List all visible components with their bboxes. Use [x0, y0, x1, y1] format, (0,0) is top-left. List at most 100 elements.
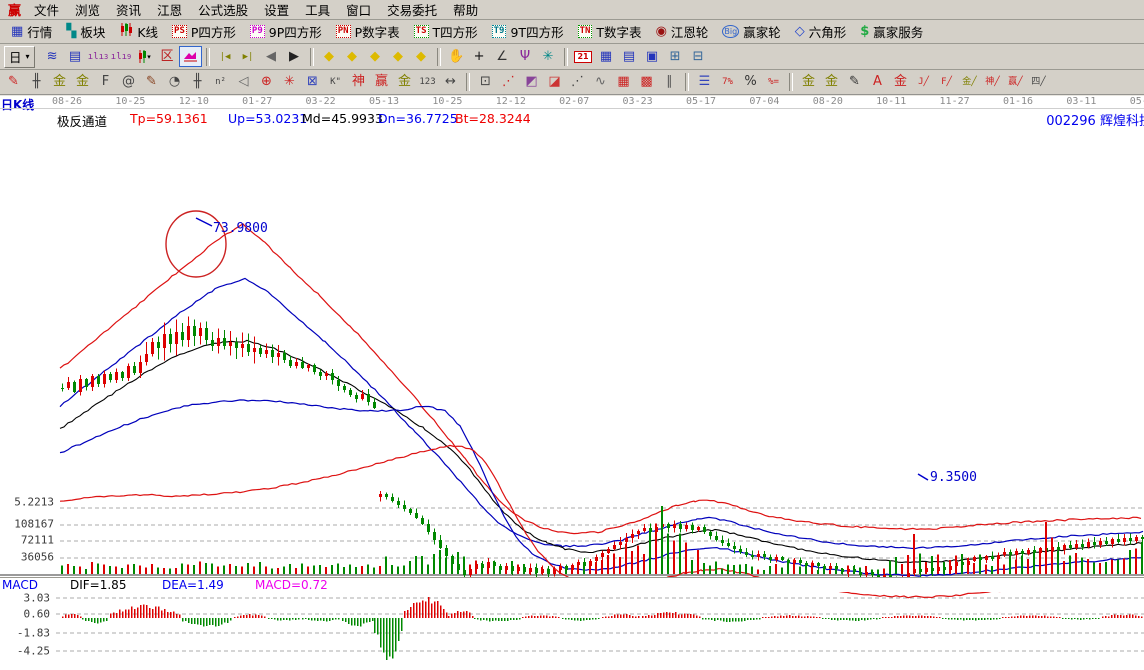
cycle-clock-icon[interactable]: ◔ — [163, 72, 186, 93]
menu-item-1[interactable]: 浏览 — [67, 0, 108, 20]
wave-icon[interactable]: ≋ — [41, 46, 64, 67]
notepad-icon[interactable]: ▤ — [618, 46, 641, 67]
diamond-all-icon[interactable]: ◆ — [387, 46, 410, 67]
gann-frame-icon[interactable]: 区 — [156, 46, 179, 67]
fan-red-icon[interactable]: ⋰ — [497, 72, 520, 93]
width-icon[interactable]: ↔ — [439, 72, 462, 93]
quick-button-9T四方形[interactable]: T99T四方形 — [485, 20, 571, 43]
gann-fan-icon[interactable]: Ψ — [514, 46, 537, 67]
menu-item-5[interactable]: 设置 — [256, 0, 297, 20]
ying-angle-icon[interactable]: 赢╱ — [1004, 72, 1027, 93]
gold-ruler2-icon[interactable]: 金 — [71, 72, 94, 93]
web-icon[interactable]: ✳ — [537, 46, 560, 67]
menu-item-6[interactable]: 工具 — [297, 0, 338, 20]
quick-button-P四方形[interactable]: PSP四方形 — [165, 20, 243, 43]
quick-button-行情[interactable]: ▦行情 — [4, 20, 59, 43]
quick-button-板块[interactable]: ▚板块 — [59, 20, 112, 43]
quick-button-六角形[interactable]: ◇六角形 — [788, 20, 854, 43]
angle-measure-icon[interactable]: ∠ — [491, 46, 514, 67]
percent-cut-icon[interactable]: 7% — [716, 72, 739, 93]
grid-red-icon[interactable]: ▦ — [612, 72, 635, 93]
gold-line-icon[interactable]: 金 — [820, 72, 843, 93]
candle-dropdown-icon[interactable]: ▾ — [133, 46, 156, 67]
k2-icon[interactable]: K" — [324, 72, 347, 93]
quick-button-T数字表[interactable]: TNT数字表 — [571, 20, 649, 43]
save-icon[interactable]: ▣ — [641, 46, 664, 67]
shen-angle-icon[interactable]: 神╱ — [981, 72, 1004, 93]
quick-button-赢家服务[interactable]: $赢家服务 — [853, 20, 930, 43]
wave-icon[interactable]: ∿ — [589, 72, 612, 93]
gold-under-icon[interactable]: 金 — [889, 72, 912, 93]
four-angle-icon[interactable]: 四╱ — [1027, 72, 1050, 93]
calendar-icon[interactable]: 21 — [572, 46, 595, 67]
knife-icon[interactable]: ✎ — [2, 72, 25, 93]
ruler-icon[interactable]: ╫ — [186, 72, 209, 93]
menu-item-4[interactable]: 公式选股 — [190, 0, 256, 20]
percent-line-icon[interactable]: %= — [762, 72, 785, 93]
parallel-icon[interactable]: ∥ — [658, 72, 681, 93]
step9-icon[interactable]: ılı9 — [110, 46, 133, 67]
measure-box-icon[interactable]: ⊡ — [474, 72, 497, 93]
f-angle-icon[interactable]: F╱ — [935, 72, 958, 93]
diamond-right-icon[interactable]: ◆ — [341, 46, 364, 67]
target-icon[interactable]: ⊕ — [255, 72, 278, 93]
web-box-icon[interactable]: ⊠ — [301, 72, 324, 93]
quick-button-9P四方形[interactable]: P99P四方形 — [243, 20, 329, 43]
next-page-icon[interactable]: ▶ — [283, 46, 306, 67]
ruler123-icon[interactable]: 123 — [416, 72, 439, 93]
first-page-icon[interactable]: |◀ — [214, 46, 237, 67]
kline-period-button[interactable]: 日 ▾ — [4, 46, 35, 68]
hand-icon[interactable]: ✋ — [445, 46, 468, 67]
fan-box2-icon[interactable]: ◪ — [543, 72, 566, 93]
menu-item-2[interactable]: 资讯 — [108, 0, 149, 20]
remote-icon[interactable]: ⊟ — [687, 46, 710, 67]
fan-box-icon[interactable]: ◩ — [520, 72, 543, 93]
quick-button-江恩轮[interactable]: ◉江恩轮 — [649, 20, 716, 43]
grid-arrow-icon[interactable]: ▩ — [635, 72, 658, 93]
diamond-swap-icon[interactable]: ◆ — [364, 46, 387, 67]
calculator-icon[interactable]: ▦ — [595, 46, 618, 67]
crosshair-icon[interactable]: + — [468, 46, 491, 67]
quick-button-label: P四方形 — [191, 22, 236, 41]
macd-axis-label: -4.25 — [0, 645, 50, 658]
step3-icon[interactable]: ılı3 — [87, 46, 110, 67]
volume-profile-icon[interactable] — [179, 46, 202, 67]
info-list-icon[interactable]: ▤ — [64, 46, 87, 67]
menu-item-3[interactable]: 江恩 — [149, 0, 190, 20]
brush-icon[interactable]: ✎ — [843, 72, 866, 93]
gold-box-icon[interactable]: 金 — [393, 72, 416, 93]
a-wave-icon[interactable]: A — [866, 72, 889, 93]
distribution-icon[interactable]: ☰ — [693, 72, 716, 93]
prev-page-icon[interactable]: ◀ — [260, 46, 283, 67]
ying-icon[interactable]: 赢 — [370, 72, 393, 93]
shen-icon[interactable]: 神 — [347, 72, 370, 93]
diamond-left-icon[interactable]: ◆ — [318, 46, 341, 67]
quick-button-K线[interactable]: K线 — [112, 20, 165, 43]
network-icon[interactable]: ⊞ — [664, 46, 687, 67]
spiral-icon[interactable]: @ — [117, 72, 140, 93]
menu-item-8[interactable]: 交易委托 — [379, 0, 445, 20]
menu-item-7[interactable]: 窗口 — [338, 0, 379, 20]
diamond-expand-icon[interactable]: ◆ — [410, 46, 433, 67]
n2-icon[interactable]: n² — [209, 72, 232, 93]
pennant-icon[interactable]: ◁ — [232, 72, 255, 93]
fibo-icon[interactable]: F — [94, 72, 117, 93]
last-page-icon[interactable]: ▶| — [237, 46, 260, 67]
percent-icon[interactable]: % — [739, 72, 762, 93]
menu-item-0[interactable]: 文件 — [26, 0, 67, 20]
quick-button-T四方形[interactable]: TST四方形 — [407, 20, 485, 43]
low-price-annotation: 9.3500 — [930, 470, 977, 485]
menu-item-9[interactable]: 帮助 — [445, 0, 486, 20]
quick-button-P数字表[interactable]: PNP数字表 — [329, 20, 407, 43]
kline-period-label: 日 — [9, 47, 22, 66]
quick-button-赢家轮[interactable]: Big赢家轮 — [715, 20, 787, 43]
gold-angle-icon[interactable]: 金╱ — [958, 72, 981, 93]
gold-ruler-icon[interactable]: 金 — [48, 72, 71, 93]
pen-icon[interactable]: ✎ — [140, 72, 163, 93]
gold-circle-icon[interactable]: 金 — [797, 72, 820, 93]
wheel-icon: ◉ — [656, 25, 667, 39]
trend-lines-icon[interactable]: ⋰ — [566, 72, 589, 93]
j-angle-icon[interactable]: J╱ — [912, 72, 935, 93]
scale-icon[interactable]: ╫ — [25, 72, 48, 93]
web-red-icon[interactable]: ✳ — [278, 72, 301, 93]
